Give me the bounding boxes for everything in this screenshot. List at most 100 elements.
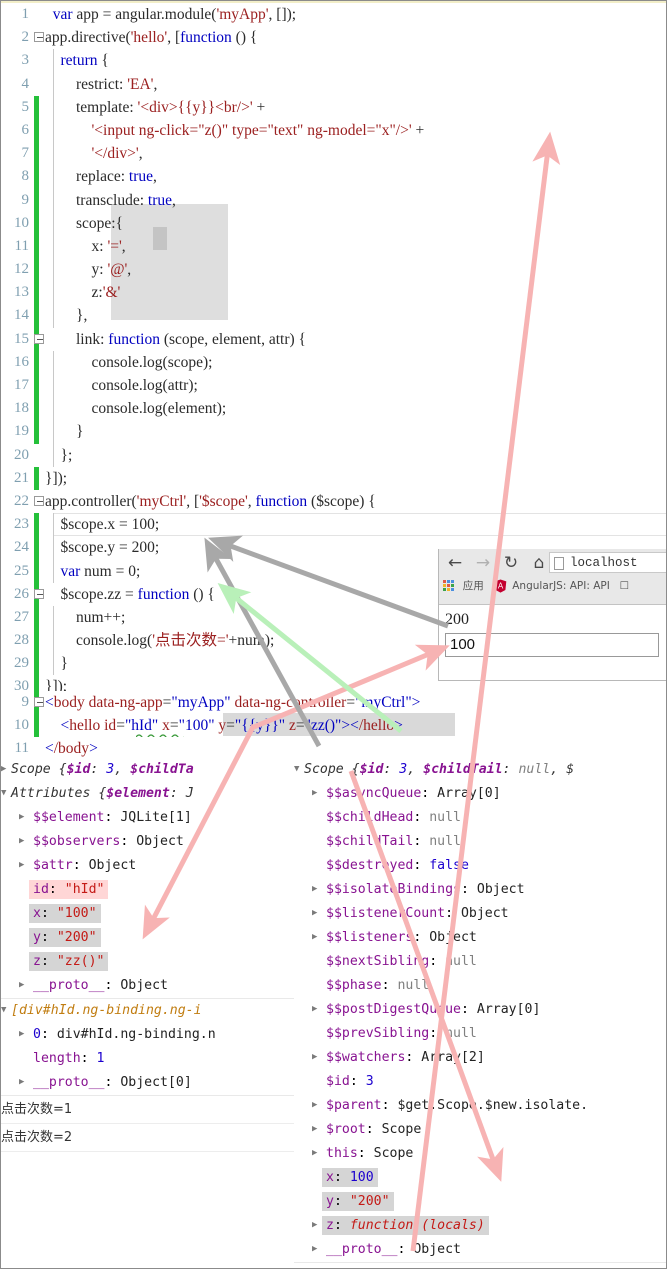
disclosure-triangle-icon[interactable]: ▶ <box>312 1046 322 1069</box>
console-row[interactable]: ▶ $attr: Object <box>1 854 294 878</box>
disclosure-triangle-icon[interactable]: ▶ <box>19 1023 29 1046</box>
console-row[interactable]: $id: 3 <box>294 1070 666 1094</box>
disclosure-triangle-icon[interactable]: ▼ <box>294 758 304 781</box>
code-line[interactable]: 6 '<input ng-click="z()" type="text" ng-… <box>1 118 666 143</box>
bookmark-more-icon[interactable]: ☐ <box>620 580 629 592</box>
console-row[interactable]: $$childHead: null <box>294 806 666 830</box>
browser-window[interactable]: ← → ↻ ⌂ localhost 应用 A AngularJS: API: A… <box>438 549 666 681</box>
code-line[interactable]: 11 x: '=', <box>1 234 666 259</box>
disclosure-triangle-icon[interactable]: ▶ <box>312 1214 322 1237</box>
console-row[interactable]: z: "zz()" <box>1 950 294 974</box>
disclosure-triangle-icon[interactable]: ▶ <box>19 1071 29 1094</box>
code-line[interactable]: 17 console.log(attr); <box>1 374 666 398</box>
bookmark-angular-label[interactable]: AngularJS: API: API <box>512 580 610 592</box>
disclosure-triangle-icon[interactable]: ▶ <box>312 1142 322 1165</box>
console-row[interactable]: ▶ 0: div#hId.ng-binding.n <box>1 1023 294 1047</box>
disclosure-triangle-icon[interactable]: ▶ <box>312 926 322 949</box>
code-line[interactable]: 8 replace: true, <box>1 165 666 189</box>
code-line[interactable]: 10 scope:{ <box>1 211 666 235</box>
code-line[interactable]: 15 link: function (scope, element, attr)… <box>1 327 666 351</box>
disclosure-triangle-icon[interactable]: ▶ <box>19 974 29 997</box>
console-row[interactable]: ▼ [div#hId.ng-binding.ng-i <box>1 999 294 1023</box>
console-row[interactable]: $$phase: null <box>294 974 666 998</box>
console-row[interactable]: ▶ $parent: $get.Scope.$new.isolate. <box>294 1094 666 1118</box>
apps-grid-icon[interactable] <box>443 580 457 591</box>
console-row[interactable]: ▶ $$watchers: Array[2] <box>294 1046 666 1070</box>
code-line[interactable]: 13 z:'&' <box>1 281 666 305</box>
code-fold-toggle[interactable] <box>34 697 44 707</box>
console-row[interactable]: $$prevSibling: null <box>294 1022 666 1046</box>
console-left-column[interactable]: ▶ Scope {$id: 3, $childTa ▼ Attributes {$el… <box>1 758 294 1152</box>
forward-arrow-icon[interactable]: → <box>471 551 495 575</box>
console-row[interactable]: ▶ Scope {$id: 3, $childTa <box>1 758 294 782</box>
console-row[interactable]: ▶ $$listenerCount: Object <box>294 902 666 926</box>
console-row[interactable]: ▶ z: function (locals) <box>294 1214 666 1238</box>
bookmark-apps-label[interactable]: 应用 <box>463 578 484 593</box>
page-model-input[interactable]: 100 <box>445 633 659 657</box>
code-line[interactable]: 20 }; <box>1 443 666 467</box>
disclosure-triangle-icon[interactable]: ▼ <box>1 999 11 1022</box>
code-line[interactable]: 7 '</div>', <box>1 142 666 166</box>
disclosure-triangle-icon[interactable]: ▶ <box>312 1118 322 1141</box>
code-fold-toggle[interactable] <box>34 588 44 599</box>
console-row[interactable]: y: "200" <box>294 1190 666 1214</box>
disclosure-triangle-icon[interactable]: ▼ <box>1 782 11 805</box>
console-row[interactable]: ▼ Attributes {$element: J <box>1 782 294 806</box>
console-row[interactable]: id: "hId" <box>1 878 294 902</box>
disclosure-triangle-icon[interactable]: ▶ <box>19 806 29 829</box>
console-row[interactable]: ▶ __proto__: Object[0] <box>1 1071 294 1096</box>
console-row[interactable]: ▶ this: Scope <box>294 1142 666 1166</box>
code-line[interactable]: 4 restrict: 'EA', <box>1 72 666 96</box>
disclosure-triangle-icon[interactable]: ▶ <box>312 1238 322 1261</box>
console-right-column[interactable]: ▼ Scope {$id: 3, $childTail: null, $ ▶ $$as… <box>294 758 666 1263</box>
console-row[interactable]: y: "200" <box>1 926 294 950</box>
home-icon[interactable]: ⌂ <box>527 551 551 575</box>
code-line[interactable]: 19 } <box>1 420 666 444</box>
code-line[interactable]: 22 app.controller('myCtrl', ['$scope', fu… <box>1 490 666 513</box>
code-fold-toggle[interactable] <box>34 32 44 43</box>
code-fold-toggle[interactable] <box>34 495 44 506</box>
code-line[interactable]: 5 template: '<div>{{y}}<br/>' + <box>1 95 666 119</box>
code-line[interactable]: 2 app.directive('hello', [function () { <box>1 26 666 49</box>
code-line[interactable]: 14 }, <box>1 304 666 328</box>
disclosure-triangle-icon[interactable]: ▶ <box>312 878 322 901</box>
devtools-console[interactable]: ▶ Scope {$id: 3, $childTa ▼ Attributes {$el… <box>1 758 666 1268</box>
console-row[interactable]: ▶ __proto__: Object <box>1 974 294 999</box>
console-row[interactable]: ▶ $root: Scope <box>294 1118 666 1142</box>
html-source-pane[interactable]: 9 <body data-ng-app="myApp" data-ng-contr… <box>1 691 666 758</box>
console-row[interactable]: ▶ $$listeners: Object <box>294 926 666 950</box>
disclosure-triangle-icon[interactable]: ▶ <box>19 830 29 853</box>
console-row[interactable]: $$nextSibling: null <box>294 950 666 974</box>
html-line[interactable]: 9 <body data-ng-app="myApp" data-ng-contr… <box>1 691 666 715</box>
code-line[interactable]: 16 console.log(scope); <box>1 350 666 374</box>
console-row[interactable]: ▶ $$isolateBindings: Object <box>294 878 666 902</box>
code-line[interactable]: 3 return { <box>1 49 666 73</box>
console-row[interactable]: ▶ __proto__: Object <box>294 1238 666 1263</box>
console-row[interactable]: $$destroyed: false <box>294 854 666 878</box>
reload-icon[interactable]: ↻ <box>499 551 523 575</box>
console-row[interactable]: ▶ $$observers: Object <box>1 830 294 854</box>
code-line[interactable]: 18 console.log(element); <box>1 397 666 421</box>
console-row[interactable]: ▶ $$asyncQueue: Array[0] <box>294 782 666 806</box>
disclosure-triangle-icon[interactable]: ▶ <box>1 758 11 781</box>
back-arrow-icon[interactable]: ← <box>443 551 467 575</box>
disclosure-triangle-icon[interactable]: ▶ <box>312 902 322 925</box>
console-row[interactable]: ▶ $$postDigestQueue: Array[0] <box>294 998 666 1022</box>
address-bar[interactable]: localhost <box>549 552 666 573</box>
console-row[interactable]: x: "100" <box>1 902 294 926</box>
console-row[interactable]: length: 1 <box>1 1047 294 1071</box>
console-row[interactable]: x: 100 <box>294 1166 666 1190</box>
code-fold-toggle[interactable] <box>34 333 44 344</box>
html-line[interactable]: 10 <hello id="hId" x="100" y="{{y}}" z="… <box>1 714 666 738</box>
code-line[interactable]: 12 y: '@', <box>1 258 666 282</box>
disclosure-triangle-icon[interactable]: ▶ <box>312 782 322 805</box>
disclosure-triangle-icon[interactable]: ▶ <box>19 854 29 877</box>
disclosure-triangle-icon[interactable]: ▶ <box>312 998 322 1021</box>
code-line[interactable]: 23 $scope.x = 100; <box>1 513 666 537</box>
code-line[interactable]: 9 transclude: true, <box>1 188 666 212</box>
console-row[interactable]: ▼ Scope {$id: 3, $childTail: null, $ <box>294 758 666 782</box>
console-row[interactable]: $$childTail: null <box>294 830 666 854</box>
console-row[interactable]: ▶ $$element: JQLite[1] <box>1 806 294 830</box>
code-line[interactable]: 1 var app = angular.module('myApp', []); <box>1 3 666 26</box>
code-line[interactable]: 21}]); <box>1 466 666 490</box>
